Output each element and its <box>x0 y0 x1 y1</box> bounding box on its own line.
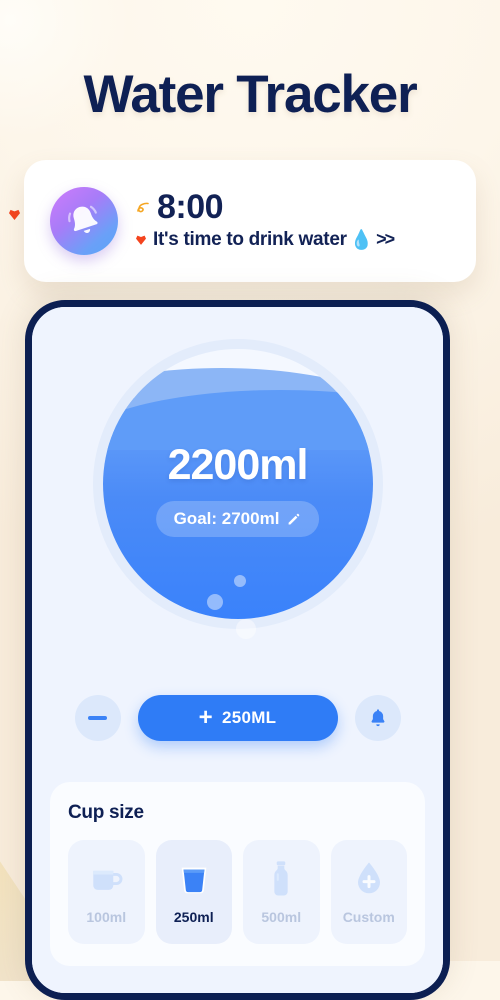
heart-icon <box>136 235 146 245</box>
cup-size-option-250ml[interactable]: 250ml <box>155 840 232 944</box>
reminder-button[interactable] <box>354 695 401 741</box>
action-row: + 250ML <box>32 695 443 741</box>
notification-message-row: It's time to drink water 💧 >> <box>136 228 395 252</box>
mug-icon <box>86 859 126 899</box>
notification-text: 8:00 It's time to drink water 💧 >> <box>136 188 395 252</box>
cup-size-label: 250ml <box>173 909 214 925</box>
notification-time-row: 8:00 <box>136 188 393 227</box>
decrease-button[interactable] <box>74 695 121 741</box>
minus-icon <box>88 716 107 720</box>
cup-icon <box>175 859 213 899</box>
goal-label: Goal: 2700ml <box>173 509 280 528</box>
water-bubble <box>206 594 223 610</box>
notification-message-text: It's time to drink water <box>153 228 347 250</box>
squiggle-icon <box>137 202 149 213</box>
goal-button[interactable]: Goal: 2700ml <box>155 501 320 537</box>
notification-card[interactable]: 8:00 It's time to drink water 💧 >> <box>24 160 476 282</box>
page-title: Water Tracker <box>83 65 417 124</box>
cup-size-label: 500ml <box>261 909 302 925</box>
cup-size-label: 100ml <box>86 909 127 925</box>
add-water-label: 250ML <box>221 708 277 727</box>
cup-size-option-100ml[interactable]: 100ml <box>68 840 145 944</box>
notification-message: It's time to drink water 💧 >> <box>153 228 395 252</box>
cup-size-title: Cup size <box>68 802 144 823</box>
cup-size-option-custom[interactable]: Custom <box>330 840 407 944</box>
notification-time: 8:00 <box>157 188 224 227</box>
cup-size-label: Custom <box>342 909 395 925</box>
bell-icon <box>371 709 384 727</box>
cup-size-option-500ml[interactable]: 500ml <box>243 840 320 944</box>
add-water-button[interactable]: + 250ML <box>137 695 338 741</box>
water-bubble <box>233 575 246 587</box>
current-water-amount: 2200ml <box>167 441 309 489</box>
bottle-icon <box>268 859 294 899</box>
cup-size-panel: Cup size 100ml 250ml 500ml Custom <box>50 782 425 966</box>
water-bubble <box>235 619 256 639</box>
phone-frame: 2200ml Goal: 2700ml + 250ML Cup size 100… <box>25 300 450 1000</box>
bell-icon <box>50 187 118 255</box>
pencil-icon <box>288 513 300 524</box>
water-drop-emoji: 💧 <box>349 229 374 251</box>
cup-size-grid: 100ml 250ml 500ml Custom <box>68 840 407 944</box>
app-screen: 2200ml Goal: 2700ml + 250ML Cup size 100… <box>32 307 443 993</box>
notification-chevrons: >> <box>376 229 395 250</box>
droplet-plus-icon <box>353 859 385 899</box>
